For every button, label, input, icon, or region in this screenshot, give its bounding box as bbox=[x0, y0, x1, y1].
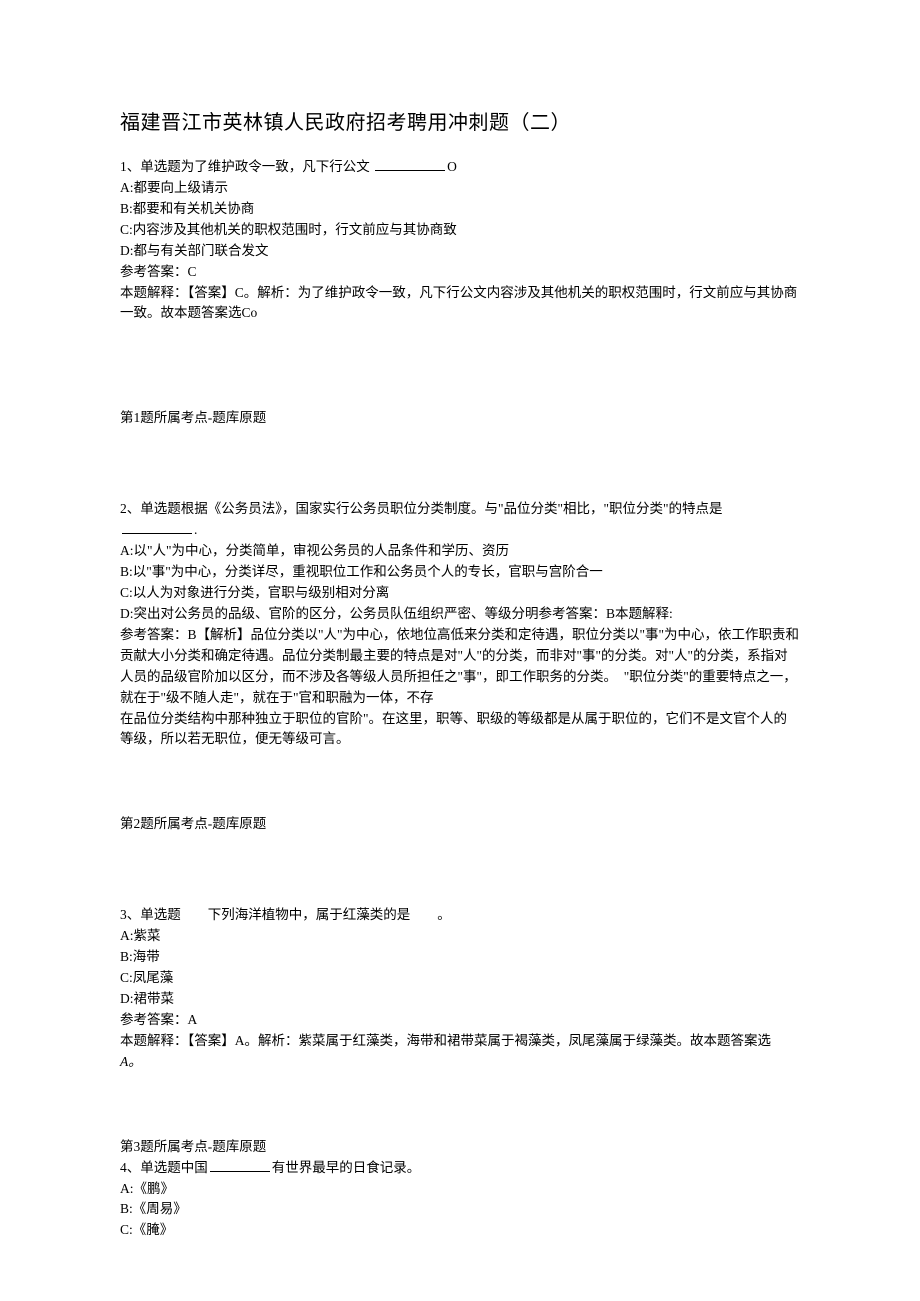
q3-option-b: B:海带 bbox=[120, 947, 800, 968]
question-3: 3、单选题 下列海洋植物中，属于红藻类的是 。 A:紫菜 B:海带 C:凤尾藻 … bbox=[120, 905, 800, 1072]
question-2: 2、单选题根据《公务员法》，国家实行公务员职位分类制度。与"品位分类"相比，"职… bbox=[120, 499, 800, 750]
q2-meta: 第2题所属考点-题库原题 bbox=[120, 814, 800, 835]
q3-explanation-tail: A。 bbox=[120, 1052, 800, 1073]
q2-explanation-2: 在品位分类结构中那种独立于职位的官阶"。在这里，职等、职级的等级都是从属于职位的… bbox=[120, 709, 800, 751]
q1-option-c: C:内容涉及其他机关的职权范围时，行文前应与其协商致 bbox=[120, 220, 800, 241]
blank-fill bbox=[375, 158, 445, 171]
q4-option-b: B:《周易》 bbox=[120, 1199, 800, 1220]
q1-meta: 第1题所属考点-题库原题 bbox=[120, 408, 800, 429]
q3-option-a: A:紫菜 bbox=[120, 926, 800, 947]
q1-stem-a: 1、单选题为了维护政令一致，凡下行公文 bbox=[120, 159, 373, 174]
q4-option-a: A:《鹏》 bbox=[120, 1179, 800, 1200]
q1-answer: 参考答案：C bbox=[120, 262, 800, 283]
question-1: 1、单选题为了维护政令一致，凡下行公文 O A:都要向上级请示 B:都要和有关机… bbox=[120, 157, 800, 324]
q3-answer: 参考答案：A bbox=[120, 1010, 800, 1031]
q2-option-a: A:以"人"为中心，分类简单，审视公务员的人品条件和学历、资历 bbox=[120, 541, 800, 562]
q2-stem: 2、单选题根据《公务员法》，国家实行公务员职位分类制度。与"品位分类"相比，"职… bbox=[120, 499, 800, 520]
q4-stem-b: 有世界最早的日食记录。 bbox=[272, 1160, 421, 1175]
q1-explanation: 本题解释：【答案】C。解析：为了维护政令一致，凡下行公文内容涉及其他机关的职权范… bbox=[120, 283, 800, 325]
q1-option-d: D:都与有关部门联合发文 bbox=[120, 241, 800, 262]
q3-option-d: D:裙带菜 bbox=[120, 989, 800, 1010]
q2-option-b: B:以"事"为中心，分类详尽，重视职位工作和公务员个人的专长，官职与宫阶合一 bbox=[120, 562, 800, 583]
page-title: 福建晋江市英林镇人民政府招考聘用冲刺题（二） bbox=[120, 106, 800, 135]
q1-option-b: B:都要和有关机关协商 bbox=[120, 199, 800, 220]
q4-option-c: C:《腌》 bbox=[120, 1220, 800, 1241]
q3-stem: 3、单选题 下列海洋植物中，属于红藻类的是 。 bbox=[120, 905, 800, 926]
q3-option-c: C:凤尾藻 bbox=[120, 968, 800, 989]
q2-option-d: D:突出对公务员的品级、官阶的区分，公务员队伍组织严密、等级分明参考答案：B本题… bbox=[120, 604, 800, 625]
q2-option-c: C:以人为对象进行分类，官职与级别相对分离 bbox=[120, 583, 800, 604]
blank-fill bbox=[122, 521, 192, 534]
q3-meta: 第3题所属考点-题库原题 bbox=[120, 1137, 800, 1158]
blank-fill bbox=[210, 1158, 270, 1171]
q4-stem-a: 4、单选题中国 bbox=[120, 1160, 208, 1175]
question-4: 第3题所属考点-题库原题 4、单选题中国 有世界最早的日食记录。 A:《鹏》 B:… bbox=[120, 1137, 800, 1242]
q1-stem-b: O bbox=[447, 159, 457, 174]
q1-option-a: A:都要向上级请示 bbox=[120, 178, 800, 199]
q3-explanation: 本题解释：【答案】A。解析：紫菜属于红藻类，海带和裙带菜属于褐藻类，凤尾藻属于绿… bbox=[120, 1031, 800, 1052]
q2-explanation-1: 参考答案：B【解析】品位分类以"人"为中心，依地位高低来分类和定待遇，职位分类以… bbox=[120, 625, 800, 709]
